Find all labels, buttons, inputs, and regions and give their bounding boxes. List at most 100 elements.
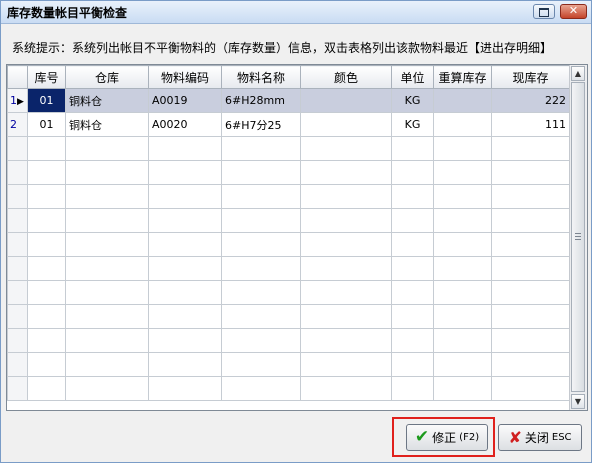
empty-row[interactable]	[7, 352, 570, 377]
grid-cell[interactable]	[65, 328, 149, 353]
empty-row[interactable]	[7, 280, 570, 305]
grid-cell[interactable]	[27, 352, 66, 377]
grid-cell[interactable]	[491, 208, 570, 233]
grid-cell[interactable]	[391, 280, 434, 305]
grid-cell[interactable]: 铜料仓	[65, 88, 149, 113]
grid-cell[interactable]	[27, 256, 66, 281]
grid-cell[interactable]	[300, 352, 392, 377]
grid-cell[interactable]	[221, 184, 301, 209]
row-indicator[interactable]	[7, 256, 28, 281]
grid-cell[interactable]: KG	[391, 112, 434, 137]
grid-cell[interactable]	[433, 304, 492, 329]
grid-cell[interactable]	[391, 208, 434, 233]
grid-cell[interactable]	[491, 160, 570, 185]
grid-cell[interactable]	[148, 328, 222, 353]
grid-cell[interactable]	[221, 352, 301, 377]
grid-cell[interactable]	[27, 208, 66, 233]
vertical-scrollbar[interactable]: ▲ ▼	[569, 65, 587, 410]
grid-cell[interactable]	[27, 184, 66, 209]
grid-cell[interactable]: 01	[27, 112, 66, 137]
grid-cell[interactable]	[300, 208, 392, 233]
grid-cell[interactable]	[391, 160, 434, 185]
grid-cell[interactable]	[433, 160, 492, 185]
grid-cell[interactable]	[148, 232, 222, 257]
grid-cell[interactable]	[300, 184, 392, 209]
grid-cell[interactable]	[433, 352, 492, 377]
restore-button[interactable]	[533, 4, 555, 19]
grid-cell[interactable]: 222	[491, 88, 570, 113]
grid-cell[interactable]	[221, 328, 301, 353]
row-indicator[interactable]	[7, 160, 28, 185]
grid-cell[interactable]	[65, 208, 149, 233]
grid-cell[interactable]	[300, 256, 392, 281]
column-header[interactable]: 仓库	[65, 65, 149, 89]
column-header[interactable]: 物料名称	[221, 65, 301, 89]
grid-cell[interactable]	[391, 136, 434, 161]
grid-cell[interactable]	[65, 256, 149, 281]
empty-row[interactable]	[7, 328, 570, 353]
grid-cell[interactable]	[65, 304, 149, 329]
grid-cell[interactable]	[391, 256, 434, 281]
row-indicator[interactable]	[7, 280, 28, 305]
close-window-button[interactable]: ✕	[560, 4, 587, 19]
column-header[interactable]: 库号	[27, 65, 66, 89]
grid-cell[interactable]	[391, 328, 434, 353]
grid-cell[interactable]	[300, 328, 392, 353]
empty-row[interactable]	[7, 184, 570, 209]
grid-cell[interactable]	[491, 352, 570, 377]
grid-cell[interactable]: A0019	[148, 88, 222, 113]
grid-cell[interactable]	[491, 328, 570, 353]
grid-cell[interactable]	[433, 88, 492, 113]
grid-cell[interactable]	[221, 232, 301, 257]
grid-cell[interactable]	[300, 280, 392, 305]
grid-cell[interactable]	[491, 280, 570, 305]
row-indicator[interactable]	[7, 184, 28, 209]
grid-cell[interactable]	[391, 352, 434, 377]
grid-cell[interactable]	[433, 184, 492, 209]
grid-cell[interactable]	[221, 208, 301, 233]
table-row[interactable]: 1▶ 01 铜料仓 A0019 6#H28mm KG 222	[7, 88, 570, 113]
grid-cell[interactable]	[300, 112, 392, 137]
grid-cell[interactable]	[65, 352, 149, 377]
grid-cell[interactable]: 6#H28mm	[221, 88, 301, 113]
grid-cell[interactable]	[27, 304, 66, 329]
scroll-thumb[interactable]	[571, 82, 585, 392]
grid-cell[interactable]	[148, 136, 222, 161]
grid-cell[interactable]	[433, 208, 492, 233]
grid-cell[interactable]	[27, 136, 66, 161]
scroll-up-icon[interactable]: ▲	[571, 66, 585, 81]
close-button[interactable]: ✘ 关闭 ESC	[498, 424, 582, 451]
column-header[interactable]: 物料编码	[148, 65, 222, 89]
grid-cell[interactable]: 111	[491, 112, 570, 137]
grid-cell[interactable]	[27, 232, 66, 257]
column-header[interactable]: 颜色	[300, 65, 392, 89]
grid-cell[interactable]	[65, 160, 149, 185]
grid-cell[interactable]	[221, 160, 301, 185]
grid-cell[interactable]	[65, 184, 149, 209]
row-indicator[interactable]	[7, 136, 28, 161]
row-indicator[interactable]: 2	[7, 112, 28, 137]
grid-cell[interactable]	[148, 280, 222, 305]
data-grid[interactable]: 库号 仓库 物料编码 物料名称 颜色 单位 重算库存 现库存 1▶ 01 铜料仓 A0…	[6, 64, 588, 411]
row-indicator[interactable]	[7, 304, 28, 329]
grid-cell[interactable]	[65, 232, 149, 257]
grid-cell[interactable]	[300, 136, 392, 161]
empty-row[interactable]	[7, 304, 570, 329]
empty-row[interactable]	[7, 232, 570, 257]
grid-cell[interactable]	[391, 184, 434, 209]
table-row[interactable]: 2 01 铜料仓 A0020 6#H7分25 KG 111	[7, 112, 570, 137]
grid-cell[interactable]	[491, 136, 570, 161]
grid-cell[interactable]	[300, 304, 392, 329]
grid-cell[interactable]	[65, 376, 149, 401]
grid-cell[interactable]: 铜料仓	[65, 112, 149, 137]
grid-cell[interactable]: A0020	[148, 112, 222, 137]
grid-cell[interactable]	[221, 304, 301, 329]
grid-cell[interactable]	[391, 304, 434, 329]
grid-cell[interactable]	[148, 352, 222, 377]
grid-cell[interactable]	[433, 376, 492, 401]
grid-cell[interactable]	[148, 376, 222, 401]
grid-cell[interactable]: KG	[391, 88, 434, 113]
grid-cell[interactable]	[300, 88, 392, 113]
grid-cell[interactable]	[300, 232, 392, 257]
grid-cell[interactable]	[433, 136, 492, 161]
